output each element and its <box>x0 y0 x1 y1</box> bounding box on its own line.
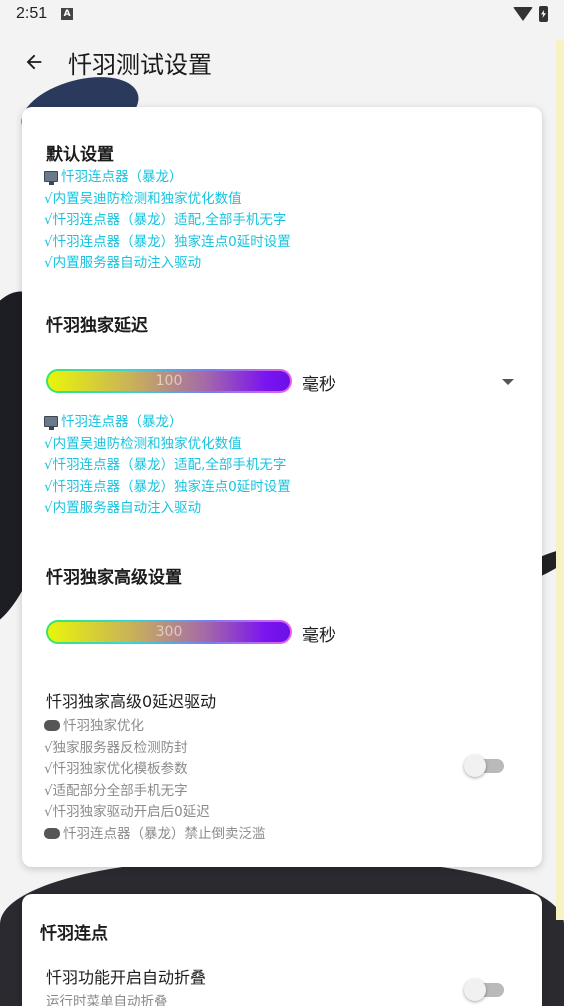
zero-delay-title: 忏羽独家高级0延迟驱动 <box>46 692 217 711</box>
back-button[interactable] <box>12 40 56 84</box>
gamepad-icon <box>44 827 60 839</box>
default-settings-info: 忏羽连点器（暴龙） √内置吴迪防检测和独家优化数值 √忏羽连点器（暴龙）适配,全… <box>44 169 291 271</box>
status-time: 2:51 <box>16 5 48 22</box>
page-title: 忏羽测试设置 <box>68 50 212 79</box>
fold-setting-subtitle: 运行时菜单自动折叠 <box>46 994 168 1006</box>
delay-slider-value: 100 <box>155 373 183 389</box>
zero-delay-info: 忏羽独家优化 √独家服务器反检测防封 √忏羽独家优化模板参数 √适配部分全部手机… <box>44 718 266 842</box>
fold-setting-title: 忏羽功能开启自动折叠 <box>46 968 207 987</box>
delay-slider[interactable]: 100 <box>46 369 292 393</box>
status-bar: 2:51 A <box>0 0 564 28</box>
dropdown-arrow-icon[interactable] <box>502 379 514 385</box>
click-title: 忏羽连点 <box>40 924 108 944</box>
advanced-title: 忏羽独家高级设置 <box>46 568 182 588</box>
advanced-unit: 毫秒 <box>302 626 336 646</box>
app-bar: 忏羽测试设置 <box>0 36 564 88</box>
computer-icon <box>44 171 58 185</box>
default-settings-title: 默认设置 <box>46 145 114 165</box>
wifi-icon <box>513 7 533 21</box>
notification-icon: A <box>61 8 74 20</box>
battery-charging-icon <box>539 6 548 22</box>
delay-unit: 毫秒 <box>302 375 336 395</box>
zero-delay-toggle[interactable] <box>464 754 504 777</box>
arrow-left-icon <box>26 54 42 70</box>
advanced-slider-value: 300 <box>155 624 183 640</box>
click-card: 忏羽连点 忏羽功能开启自动折叠 运行时菜单自动折叠 <box>22 894 542 1006</box>
delay-title: 忏羽独家延迟 <box>46 316 148 336</box>
advanced-slider[interactable]: 300 <box>46 620 292 644</box>
computer-icon <box>44 416 58 430</box>
gamepad-icon <box>44 720 60 731</box>
delay-info: 忏羽连点器（暴龙） √内置吴迪防检测和独家优化数值 √忏羽连点器（暴龙）适配,全… <box>44 414 291 516</box>
settings-card: 默认设置 忏羽连点器（暴龙） √内置吴迪防检测和独家优化数值 √忏羽连点器（暴龙… <box>22 107 542 867</box>
fold-setting-toggle[interactable] <box>464 978 504 1001</box>
